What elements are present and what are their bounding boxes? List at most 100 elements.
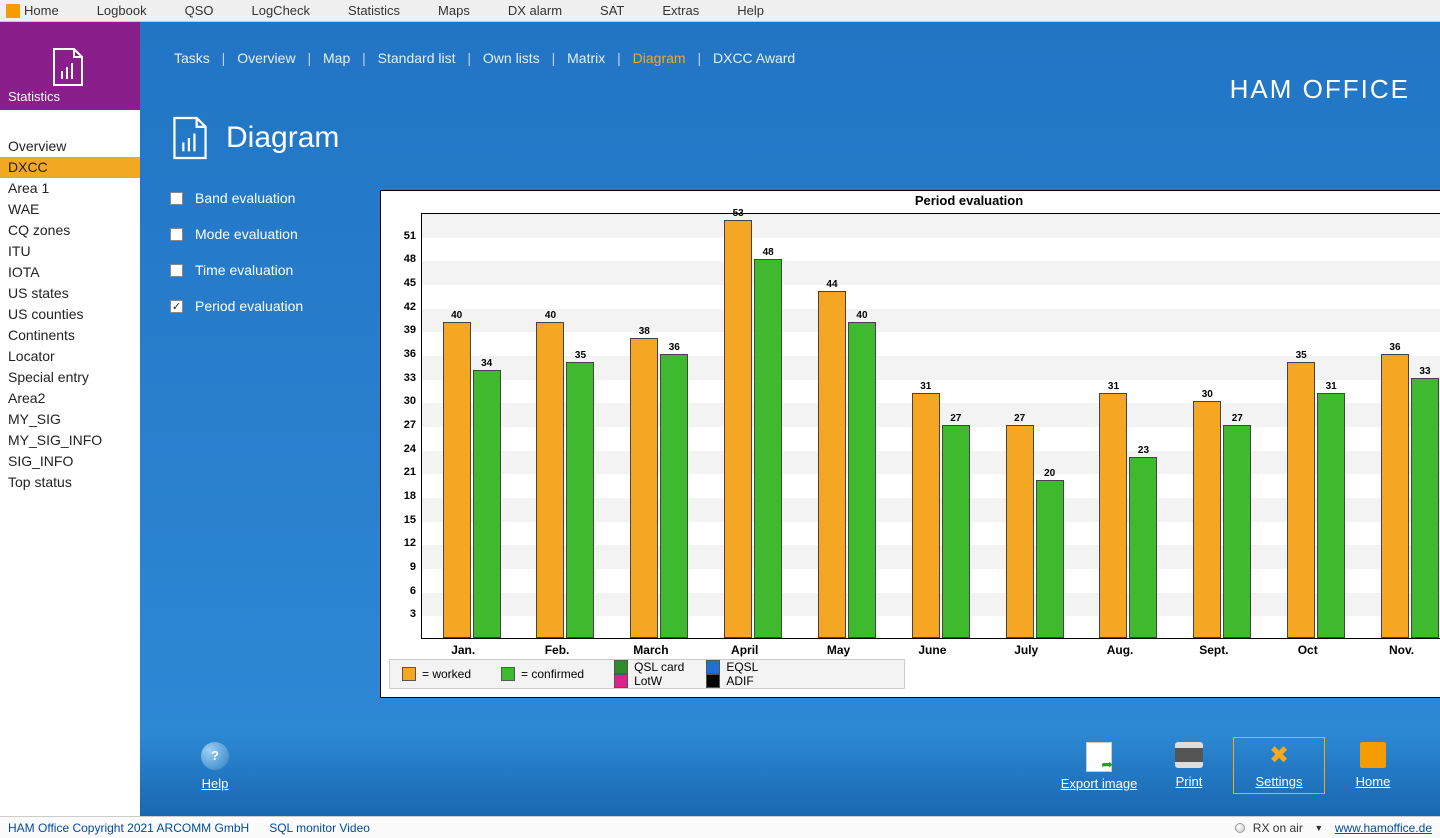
sidebar-item-my-sig-info[interactable]: MY_SIG_INFO bbox=[0, 430, 140, 451]
tab-own-lists[interactable]: Own lists bbox=[479, 50, 544, 66]
check-band-evaluation[interactable]: Band evaluation bbox=[170, 190, 303, 206]
bar-confirmed-Jan.: 34 bbox=[473, 370, 501, 638]
sidebar-item-special-entry[interactable]: Special entry bbox=[0, 367, 140, 388]
bar-confirmed-Oct: 31 bbox=[1317, 393, 1345, 638]
bar-confirmed-April: 48 bbox=[754, 259, 782, 638]
page-title: Diagram bbox=[226, 121, 339, 155]
menu-extras[interactable]: Extras bbox=[662, 3, 699, 18]
sidebar-item-my-sig[interactable]: MY_SIG bbox=[0, 409, 140, 430]
footer-help-button[interactable]: ? Help bbox=[170, 742, 260, 791]
footer-home-button[interactable]: Home bbox=[1328, 742, 1418, 789]
tab-tasks[interactable]: Tasks bbox=[170, 50, 214, 66]
legend-worked: = worked bbox=[402, 667, 471, 681]
sidebar-item-iota[interactable]: IOTA bbox=[0, 262, 140, 283]
tab-overview[interactable]: Overview bbox=[233, 50, 299, 66]
bar-confirmed-July: 20 bbox=[1036, 480, 1064, 638]
menu-qso[interactable]: QSO bbox=[185, 3, 214, 18]
status-center[interactable]: SQL monitor Video bbox=[269, 821, 370, 835]
bar-worked-Aug.: 31 bbox=[1099, 393, 1127, 638]
y-tick: 30 bbox=[404, 395, 422, 407]
y-tick: 24 bbox=[404, 443, 422, 455]
brand-label: HAM OFFICE bbox=[1230, 74, 1410, 105]
footer-bar: ? Help ➦ Export image Print ✖ Settings H… bbox=[140, 732, 1440, 816]
bar-worked-April: 53 bbox=[724, 220, 752, 638]
y-tick: 27 bbox=[404, 419, 422, 431]
bar-worked-Sept.: 30 bbox=[1193, 401, 1221, 638]
sidebar-item-wae[interactable]: WAE bbox=[0, 199, 140, 220]
menu-dxalarm[interactable]: DX alarm bbox=[508, 3, 562, 18]
sidebar-item-overview[interactable]: Overview bbox=[0, 136, 140, 157]
x-label-May: May bbox=[827, 643, 850, 657]
x-label-March: March bbox=[633, 643, 668, 657]
y-tick: 36 bbox=[404, 348, 422, 360]
checkbox-icon bbox=[170, 192, 183, 205]
x-label-Feb.: Feb. bbox=[545, 643, 570, 657]
evaluation-checks: Band evaluation Mode evaluation Time evalu… bbox=[170, 190, 303, 334]
sidebar-item-itu[interactable]: ITU bbox=[0, 241, 140, 262]
sidebar-item-dxcc[interactable]: DXCC bbox=[0, 157, 140, 178]
sidebar-item-us-counties[interactable]: US counties bbox=[0, 304, 140, 325]
bar-worked-June: 31 bbox=[912, 393, 940, 638]
check-label: Time evaluation bbox=[195, 262, 293, 278]
legend-qsl: QSL card bbox=[614, 660, 684, 674]
sidebar-item-area2[interactable]: Area2 bbox=[0, 388, 140, 409]
check-mode-evaluation[interactable]: Mode evaluation bbox=[170, 226, 303, 242]
menu-statistics[interactable]: Statistics bbox=[348, 3, 400, 18]
checkbox-icon bbox=[170, 264, 183, 277]
menu-help[interactable]: Help bbox=[737, 3, 764, 18]
bar-worked-Nov.: 36 bbox=[1381, 354, 1409, 638]
menu-logbook[interactable]: Logbook bbox=[97, 3, 147, 18]
menu-maps[interactable]: Maps bbox=[438, 3, 470, 18]
menu-home[interactable]: Home bbox=[24, 3, 59, 18]
x-label-Oct: Oct bbox=[1298, 643, 1318, 657]
status-url[interactable]: www.hamoffice.de bbox=[1335, 821, 1432, 835]
y-tick: 18 bbox=[404, 490, 422, 502]
y-tick: 3 bbox=[410, 608, 422, 620]
x-label-Sept.: Sept. bbox=[1199, 643, 1228, 657]
checkbox-icon bbox=[170, 228, 183, 241]
sidebar-item-sig-info[interactable]: SIG_INFO bbox=[0, 451, 140, 472]
y-tick: 42 bbox=[404, 301, 422, 313]
footer-settings-button[interactable]: ✖ Settings bbox=[1234, 738, 1324, 793]
footer-export-button[interactable]: ➦ Export image bbox=[1054, 742, 1144, 791]
page-title-wrap: Diagram bbox=[170, 114, 339, 162]
y-tick: 48 bbox=[404, 253, 422, 265]
check-label: Band evaluation bbox=[195, 190, 295, 206]
tab-diagram[interactable]: Diagram bbox=[629, 50, 690, 66]
menu-logcheck[interactable]: LogCheck bbox=[251, 3, 310, 18]
tab-dxcc-award[interactable]: DXCC Award bbox=[709, 50, 799, 66]
help-icon: ? bbox=[201, 742, 229, 770]
chart-title: Period evaluation bbox=[381, 191, 1440, 210]
check-time-evaluation[interactable]: Time evaluation bbox=[170, 262, 303, 278]
legend-lotw: LotW bbox=[614, 674, 684, 688]
tab-matrix[interactable]: Matrix bbox=[563, 50, 609, 66]
sidebar-header: Statistics bbox=[0, 22, 140, 110]
menubar: Home Logbook QSO LogCheck Statistics Map… bbox=[0, 0, 1440, 22]
menu-sat[interactable]: SAT bbox=[600, 3, 624, 18]
x-label-Jan.: Jan. bbox=[451, 643, 475, 657]
check-period-evaluation[interactable]: ✓Period evaluation bbox=[170, 298, 303, 314]
sidebar-item-top-status[interactable]: Top status bbox=[0, 472, 140, 493]
tab-standard-list[interactable]: Standard list bbox=[374, 50, 460, 66]
breadcrumb-tabs: Tasks | Overview | Map | Standard list |… bbox=[170, 50, 799, 66]
footer-print-button[interactable]: Print bbox=[1144, 742, 1234, 789]
x-label-July: July bbox=[1014, 643, 1038, 657]
bar-confirmed-Aug.: 23 bbox=[1129, 457, 1157, 638]
dropdown-icon[interactable]: ▼ bbox=[1311, 823, 1327, 833]
sidebar-item-continents[interactable]: Continents bbox=[0, 325, 140, 346]
check-label: Period evaluation bbox=[195, 298, 303, 314]
bar-worked-Oct: 35 bbox=[1287, 362, 1315, 638]
sidebar-item-area-1[interactable]: Area 1 bbox=[0, 178, 140, 199]
status-copyright: HAM Office Copyright 2021 ARCOMM GmbH bbox=[8, 821, 249, 835]
tab-map[interactable]: Map bbox=[319, 50, 354, 66]
check-label: Mode evaluation bbox=[195, 226, 298, 242]
chart-plot: 3691215182124273033363942454851403440353… bbox=[421, 213, 1440, 639]
sidebar-item-locator[interactable]: Locator bbox=[0, 346, 140, 367]
bar-confirmed-May: 40 bbox=[848, 322, 876, 638]
y-tick: 51 bbox=[404, 230, 422, 242]
sidebar-item-us-states[interactable]: US states bbox=[0, 283, 140, 304]
y-tick: 15 bbox=[404, 514, 422, 526]
bar-worked-May: 44 bbox=[818, 291, 846, 638]
status-rx: RX on air bbox=[1253, 821, 1303, 835]
sidebar-item-cq-zones[interactable]: CQ zones bbox=[0, 220, 140, 241]
